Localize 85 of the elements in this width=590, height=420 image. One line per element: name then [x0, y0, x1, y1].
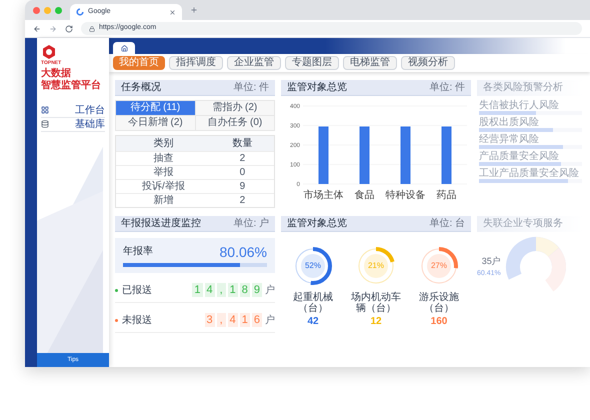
report-label: 已报送 — [122, 284, 152, 298]
digit-tile: 1 — [192, 283, 202, 297]
panel-title: 监管对象总览 — [287, 82, 347, 92]
digit-tile: 1 — [228, 283, 238, 297]
database-icon — [41, 120, 49, 128]
ring-label: 起重机械（台） — [292, 292, 334, 314]
panel-title: 任务概况 — [121, 82, 161, 92]
close-icon[interactable] — [169, 8, 176, 16]
unit-suffix: 户 — [265, 284, 275, 298]
digit-tile: 4 — [204, 283, 215, 297]
ring-label: 场内机动车辆（台） — [350, 292, 402, 314]
panel-title: 年报报送进度监控 — [121, 218, 201, 228]
table-cell-text: 新增 — [152, 196, 174, 206]
panel-title: 失联企业专项服务 — [483, 219, 563, 229]
reload-icon[interactable] — [65, 24, 73, 32]
table-cell-text: 0 — [238, 168, 246, 178]
panel-title: 各类风险预警分析 — [483, 83, 563, 93]
table-cell-text: 2 — [238, 196, 246, 206]
google-logo-icon — [76, 8, 84, 16]
ring-percent: 27% — [430, 260, 447, 272]
table-cell-text: 投诉/举报 — [141, 182, 186, 192]
digit-tile: 1 — [240, 313, 250, 327]
risk-label: 经营异常风险 — [479, 134, 540, 145]
chart-bar — [318, 126, 328, 184]
risk-label: 股权出质风险 — [479, 117, 540, 128]
risk-label: 产品质量安全风险 — [479, 151, 560, 162]
digit-tile: , — [216, 313, 226, 327]
platform-title: 大数据 — [41, 68, 72, 80]
table-cell-text: 2 — [238, 154, 246, 164]
report-label: 未报送 — [122, 314, 152, 328]
logo-icon — [41, 44, 57, 60]
table-cell-text: 9 — [238, 182, 246, 192]
sidebar-item[interactable]: 工作台 — [41, 104, 105, 118]
home-icon — [120, 44, 128, 52]
ring-percent: 52% — [304, 260, 321, 272]
chart-bar — [360, 126, 370, 184]
home-tab[interactable] — [113, 42, 135, 54]
unit-label: 单位: 户 — [233, 218, 269, 228]
x-axis-label: 特种设备 — [386, 190, 426, 201]
ring-label: 游乐设施（台） — [418, 292, 460, 314]
digit-tile: , — [216, 283, 226, 297]
digit-tile: 6 — [252, 313, 262, 327]
task-tab[interactable]: 自办任务 (0) — [196, 116, 274, 130]
sidebar-item[interactable]: 基础库 — [41, 118, 105, 132]
column-header: 数量 — [231, 137, 254, 151]
unit-suffix: 户 — [265, 314, 275, 328]
lock-icon — [89, 26, 95, 32]
rate-label: 年报率 — [123, 244, 153, 259]
panel-title: 监管对象总览 — [287, 218, 347, 228]
platform-subtitle: 智慧监管平台 — [41, 80, 102, 92]
digit-tile: 3 — [204, 313, 215, 327]
donut-count: 35户 — [482, 255, 501, 268]
nav-tab[interactable]: 专题图层 — [285, 56, 339, 70]
digit-tile: 4 — [228, 313, 238, 327]
task-tab[interactable]: 待分配 (11) — [116, 101, 194, 115]
nav-tab[interactable]: 电梯监管 — [343, 56, 397, 70]
x-axis-label: 食品 — [354, 190, 374, 201]
unit-label: 单位: 件 — [233, 82, 269, 92]
x-axis-label: 市场主体 — [304, 190, 344, 201]
rate-value: 80.06% — [220, 245, 267, 259]
table-cell-text: 举报 — [152, 168, 174, 178]
nav-tab[interactable]: 企业监管 — [227, 56, 281, 70]
x-axis-label: 药品 — [436, 190, 456, 201]
grid-icon — [41, 106, 49, 114]
ring-count: 160 — [430, 315, 448, 329]
new-tab-icon[interactable] — [190, 6, 198, 14]
chart-bar — [442, 126, 452, 184]
task-tab[interactable]: 今日新增 (2) — [116, 116, 194, 130]
ring-percent: 21% — [368, 260, 384, 272]
back-arrow-icon[interactable] — [33, 24, 41, 32]
nav-tab[interactable]: 指挥调度 — [169, 56, 223, 70]
task-tab[interactable]: 需指办 (2) — [196, 101, 274, 115]
chart-bar — [400, 126, 410, 184]
ring-count: 12 — [370, 315, 382, 329]
unit-label: 单位: 件 — [429, 82, 465, 92]
ring-count: 42 — [307, 315, 319, 329]
digit-tile: 9 — [252, 283, 262, 297]
table-cell-text: 抽查 — [152, 154, 174, 164]
unit-label: 单位: 台 — [429, 218, 465, 228]
nav-tab[interactable]: 视频分析 — [401, 56, 455, 70]
forward-arrow-icon[interactable] — [49, 24, 57, 32]
column-header: 类别 — [152, 136, 174, 151]
risk-label: 失信被执行人风险 — [479, 100, 560, 111]
digit-tile: 8 — [240, 283, 250, 297]
risk-label: 工业产品质量安全风险 — [479, 168, 580, 179]
